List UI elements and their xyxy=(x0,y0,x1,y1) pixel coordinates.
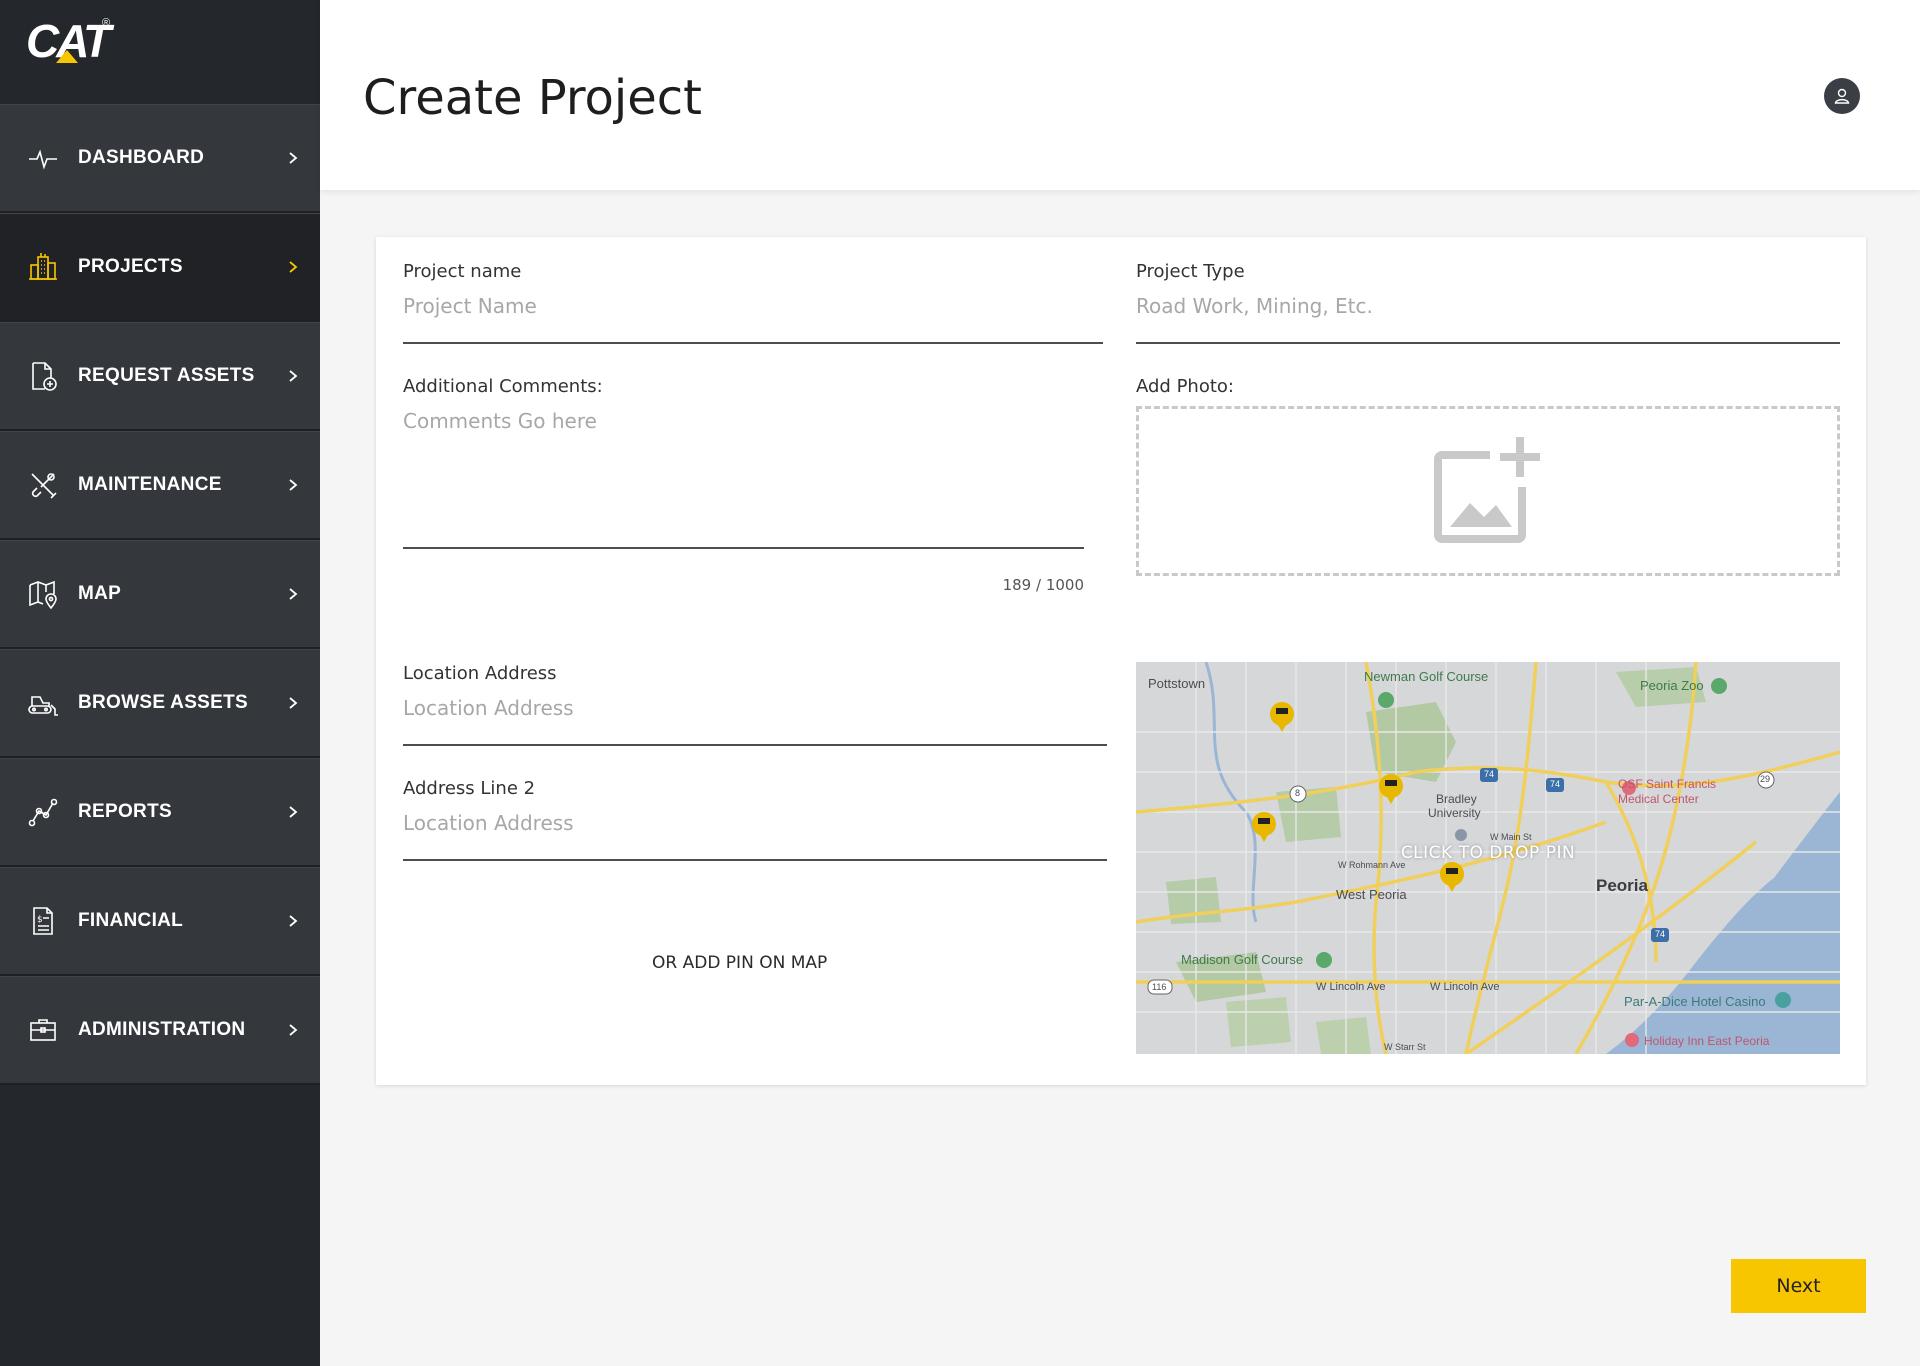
chevron-right-icon xyxy=(289,152,298,164)
chevron-right-icon xyxy=(289,261,298,273)
chevron-right-icon xyxy=(289,915,298,927)
add-photo-field: Add Photo: xyxy=(1136,376,1840,586)
photo-upload-dropzone[interactable] xyxy=(1136,406,1840,576)
chevron-right-icon xyxy=(289,1024,298,1036)
registered-mark: ® xyxy=(102,17,111,29)
comments-field: Additional Comments: 189 / 1000 xyxy=(403,376,1084,594)
sidebar-item-reports[interactable]: REPORTS xyxy=(0,758,320,867)
sidebar: CAT ® DASHBOARD PROJECTS REQUEST ASSETS xyxy=(0,0,320,1366)
sidebar-item-request-assets[interactable]: REQUEST ASSETS xyxy=(0,322,320,431)
sidebar-item-map[interactable]: MAP xyxy=(0,540,320,649)
pulse-icon xyxy=(26,141,60,175)
sidebar-item-label: REPORTS xyxy=(78,801,172,822)
next-button[interactable]: Next xyxy=(1731,1259,1866,1313)
sidebar-item-browse-assets[interactable]: BROWSE ASSETS xyxy=(0,649,320,758)
create-project-form: Project name Project Type Additional Com… xyxy=(376,237,1866,1085)
sidebar-item-label: REQUEST ASSETS xyxy=(78,365,255,386)
location-address-input[interactable] xyxy=(403,684,1107,746)
bulldozer-icon xyxy=(26,686,60,720)
sidebar-item-label: MAP xyxy=(78,583,122,604)
sidebar-item-administration[interactable]: ADMINISTRATION xyxy=(0,976,320,1085)
project-name-label: Project name xyxy=(403,261,522,282)
address-line-2-label: Address Line 2 xyxy=(403,778,536,799)
svg-text:$: $ xyxy=(37,915,43,925)
address-line-2-input[interactable] xyxy=(403,799,1107,861)
project-type-input[interactable] xyxy=(1136,282,1840,344)
comments-label: Additional Comments: xyxy=(403,376,603,397)
tools-icon xyxy=(26,468,60,502)
chevron-right-icon xyxy=(289,479,298,491)
page-header: Create Project xyxy=(320,0,1920,190)
buildings-icon xyxy=(26,250,60,284)
sidebar-item-label: BROWSE ASSETS xyxy=(78,692,248,713)
sidebar-item-label: MAINTENANCE xyxy=(78,474,222,495)
chevron-right-icon xyxy=(289,370,298,382)
add-image-icon xyxy=(1434,437,1540,543)
project-name-field: Project name xyxy=(403,261,1103,344)
project-name-input[interactable] xyxy=(403,282,1103,344)
sidebar-nav: DASHBOARD PROJECTS REQUEST ASSETS MAINTE… xyxy=(0,104,320,1085)
cat-logo[interactable]: CAT ® xyxy=(0,0,320,104)
sidebar-item-financial[interactable]: $ FINANCIAL xyxy=(0,867,320,976)
sidebar-item-label: PROJECTS xyxy=(78,256,183,277)
logo-triangle-icon xyxy=(56,50,78,63)
drop-pin-hint: CLICK TO DROP PIN xyxy=(1400,843,1576,863)
line-chart-icon xyxy=(26,795,60,829)
location-address-label: Location Address xyxy=(403,663,557,684)
sidebar-item-projects[interactable]: PROJECTS xyxy=(0,213,320,322)
location-address-field: Location Address xyxy=(403,663,1107,746)
chevron-right-icon xyxy=(289,588,298,600)
user-icon xyxy=(1834,88,1850,104)
sidebar-item-dashboard[interactable]: DASHBOARD xyxy=(0,104,320,213)
invoice-icon: $ xyxy=(26,904,60,938)
sidebar-item-label: DASHBOARD xyxy=(78,147,205,168)
comments-textarea[interactable] xyxy=(403,397,1084,549)
chevron-right-icon xyxy=(289,806,298,818)
character-counter: 189 / 1000 xyxy=(1002,576,1084,594)
sidebar-item-maintenance[interactable]: MAINTENANCE xyxy=(0,431,320,540)
sidebar-item-label: ADMINISTRATION xyxy=(78,1019,246,1040)
page-title: Create Project xyxy=(363,70,702,126)
chevron-right-icon xyxy=(289,697,298,709)
sidebar-item-label: FINANCIAL xyxy=(78,910,184,931)
address-line-2-field: Address Line 2 xyxy=(403,778,1107,861)
map-overlay: CLICK TO DROP PIN xyxy=(1136,662,1840,1054)
map-pin-icon xyxy=(26,577,60,611)
add-pin-on-map-link[interactable]: OR ADD PIN ON MAP xyxy=(652,953,827,973)
add-photo-label: Add Photo: xyxy=(1136,376,1234,397)
project-type-label: Project Type xyxy=(1136,261,1245,282)
project-type-field: Project Type xyxy=(1136,261,1840,344)
location-map[interactable]: Pottstown Newman Golf Course Peoria Zoo … xyxy=(1136,662,1840,1054)
user-avatar-button[interactable] xyxy=(1824,78,1860,114)
briefcase-icon xyxy=(26,1013,60,1047)
document-add-icon xyxy=(26,359,60,393)
